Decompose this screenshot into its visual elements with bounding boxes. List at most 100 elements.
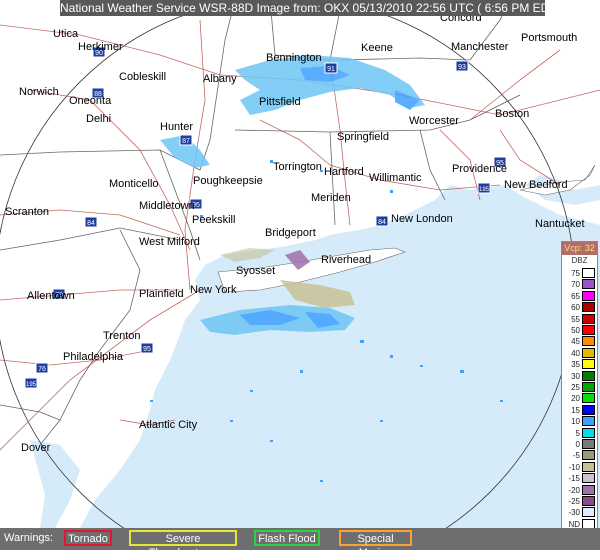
city-label: Worcester — [409, 115, 459, 127]
title-bar: National Weather Service WSR-88D Image f… — [60, 0, 561, 16]
city-label: Albany — [203, 73, 237, 85]
city-label: Torrington — [273, 161, 322, 173]
city-label: New York — [190, 284, 237, 296]
city-label: Hartford — [324, 166, 364, 178]
city-label: Plainfield — [139, 288, 184, 300]
legend-entry: 75 — [563, 268, 598, 279]
legend-color-swatch — [582, 507, 595, 518]
legend-entry-label: 50 — [571, 326, 580, 335]
legend-entry-label: 35 — [571, 360, 580, 370]
city-label: Middletown — [139, 200, 195, 212]
legend-entry-label: 15 — [571, 405, 580, 415]
legend-vcp: Vcp: 32 — [562, 242, 597, 255]
legend-color-swatch — [582, 325, 595, 335]
warning-special-marine-button[interactable]: Special Marine — [339, 530, 412, 559]
warning-flash-flood-button[interactable]: Flash Flood — [254, 530, 320, 546]
city-label: Atlantic City — [139, 419, 198, 431]
legend-entry-label: 60 — [571, 303, 580, 313]
legend-color-swatch — [582, 404, 595, 415]
shield-label: 195 — [479, 187, 490, 193]
city-label: Hunter — [160, 121, 193, 133]
legend-entry: 40 — [563, 347, 598, 359]
city-label: Willimantic — [369, 172, 422, 184]
legend-color-swatch — [582, 473, 595, 484]
city-label: Springfield — [337, 131, 389, 143]
warning-severe-thunderstorm-button[interactable]: Severe Thunderstorm — [129, 530, 237, 559]
city-label: New Bedford — [504, 179, 568, 191]
legend-entry-label: 70 — [571, 280, 580, 290]
city-label: Boston — [495, 108, 529, 120]
legend-entry-label: -5 — [572, 451, 580, 461]
city-label: Herkimer — [78, 41, 123, 53]
dbz-legend: Vcp: 32 DBZ 75 70 65 60 55 50 45 40 35 30 25 20 15 10… — [561, 241, 598, 542]
city-label: Oneonta — [69, 95, 112, 107]
legend-entry: 70 — [563, 279, 598, 290]
city-label: Riverhead — [321, 254, 371, 266]
legend-entry-label: 75 — [571, 269, 580, 278]
city-label: Monticello — [109, 178, 159, 190]
legend-color-swatch — [582, 484, 595, 495]
city-label: Portsmouth — [521, 32, 577, 44]
city-label: Nantucket — [535, 218, 585, 230]
warnings-bar: Warnings: Tornado Severe Thunderstorm Fl… — [0, 528, 600, 559]
legend-color-swatch — [582, 336, 595, 347]
shield-label: 93 — [458, 64, 466, 71]
legend-color-swatch — [582, 450, 595, 461]
legend-color-swatch — [582, 268, 595, 278]
legend-color-swatch — [582, 347, 595, 358]
shield-label: 195 — [26, 382, 37, 388]
warning-tornado-button[interactable]: Tornado — [64, 530, 112, 546]
shield-label: 91 — [327, 66, 335, 73]
legend-entry: -10 — [563, 461, 598, 473]
city-label: Providence — [452, 163, 507, 175]
legend-color-swatch — [582, 313, 595, 324]
legend-color-swatch — [582, 416, 595, 427]
legend-entry-label: -25 — [568, 497, 580, 506]
legend-color-swatch — [582, 290, 595, 301]
legend-color-swatch — [582, 382, 595, 392]
legend-entry: 0 — [563, 439, 598, 450]
legend-entry: -15 — [563, 473, 598, 484]
legend-unit: DBZ — [571, 256, 588, 265]
legend-entry-label: -10 — [568, 462, 580, 472]
city-label: Poughkeepsie — [193, 175, 263, 187]
legend-entry: 15 — [563, 404, 598, 416]
legend-color-swatch — [582, 439, 595, 449]
legend-entry-label: 40 — [571, 348, 580, 358]
city-label: Trenton — [103, 330, 141, 342]
city-label: Bridgeport — [265, 227, 316, 239]
city-label: Pittsfield — [259, 96, 301, 108]
legend-entry: 50 — [563, 325, 598, 336]
shield-label: 95 — [143, 346, 151, 353]
legend-entry-label: 0 — [575, 440, 580, 449]
legend-entry-label: 20 — [571, 394, 580, 404]
legend-entry: 20 — [563, 393, 598, 404]
city-label: Manchester — [451, 41, 509, 53]
legend-entry: -5 — [563, 450, 598, 461]
city-label: Norwich — [19, 86, 59, 98]
warnings-label: Warnings: — [4, 532, 54, 544]
legend-color-swatch — [582, 427, 595, 438]
legend-entry: 55 — [563, 313, 598, 325]
city-label: Cobleskill — [119, 71, 166, 83]
shield-label: 87 — [182, 138, 190, 145]
legend-color-swatch — [582, 279, 595, 290]
legend-entry: 25 — [563, 382, 598, 393]
city-label: Scranton — [5, 206, 49, 218]
legend-entry-label: 5 — [575, 428, 580, 438]
legend-entry-label: 45 — [571, 337, 580, 347]
city-label: Bennington — [266, 52, 322, 64]
city-label: West Milford — [139, 236, 200, 248]
legend-entry-label: -30 — [568, 508, 580, 518]
city-label: Peekskill — [192, 214, 235, 226]
legend-entry: 60 — [563, 302, 598, 313]
shield-label: 84 — [87, 220, 95, 227]
shield-label: 84 — [378, 219, 386, 226]
legend-entry-label: 30 — [571, 371, 580, 381]
city-label: Philadelphia — [63, 351, 124, 363]
city-label: Keene — [361, 42, 393, 54]
legend-entry: -30 — [563, 507, 598, 518]
legend-entry-label: 65 — [571, 291, 580, 301]
legend-color-swatch — [582, 302, 595, 313]
legend-color-swatch — [582, 496, 595, 506]
